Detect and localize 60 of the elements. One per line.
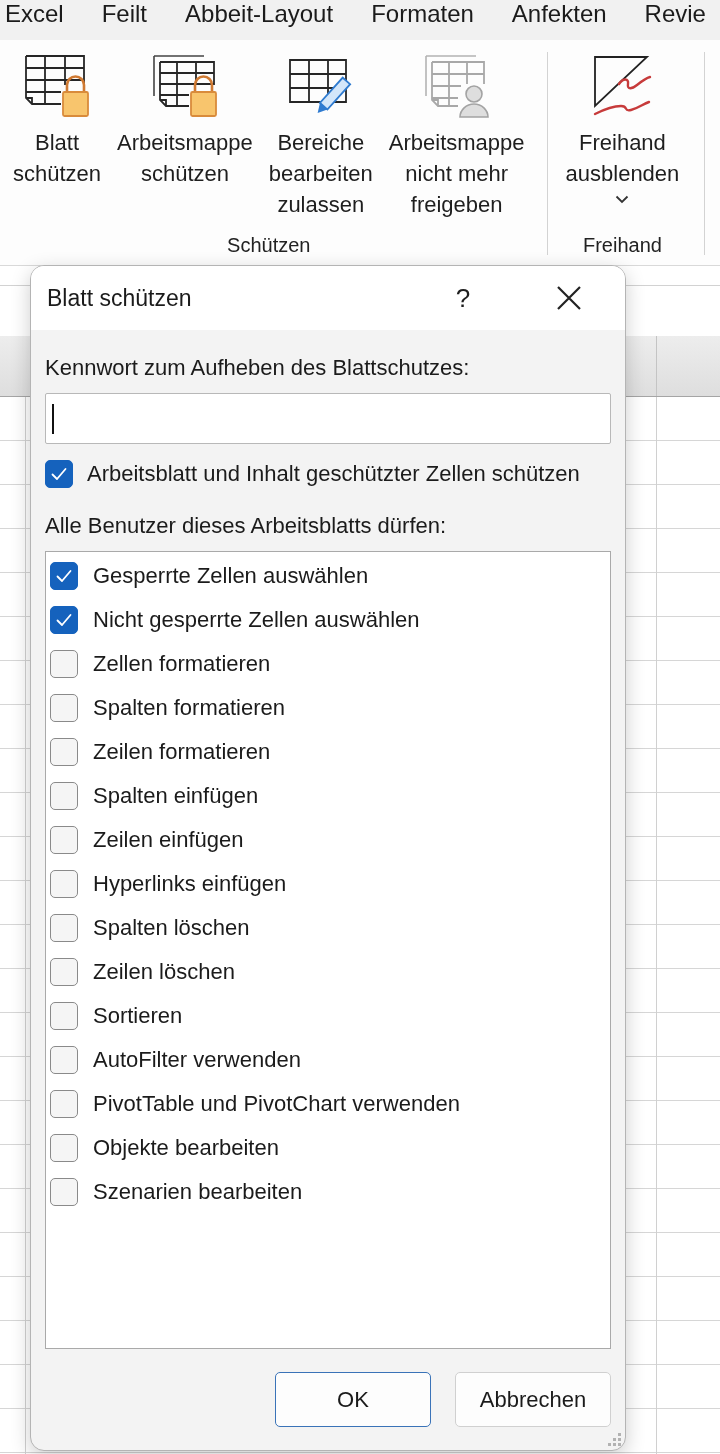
checkbox[interactable] [50, 606, 78, 634]
checkbox-label: Objekte bearbeiten [93, 1134, 279, 1162]
checkbox[interactable] [50, 738, 78, 766]
checkbox-label: Zeilen formatieren [93, 738, 271, 766]
ribbon-button[interactable]: Arbeitsmappe nicht mehr freigeben [382, 54, 531, 220]
menu-tab[interactable]: Revie [644, 0, 706, 40]
menu-tab[interactable]: Feilt [101, 0, 148, 40]
ribbon-button[interactable]: Blatt schützen [7, 54, 108, 189]
checkbox-label: PivotTable und PivotChart verwenden [93, 1090, 460, 1118]
ribbon-button[interactable]: Freihand ausblenden [559, 54, 686, 204]
checkbox-label: Gesperrte Zellen auswählen [93, 562, 369, 590]
checkbox-label: AutoFilter verwenden [93, 1046, 301, 1074]
checkbox[interactable] [50, 1178, 78, 1206]
ribbon-button[interactable]: Bereiche bearbeiten zulassen [262, 54, 379, 220]
checkbox[interactable] [50, 914, 78, 942]
checkmark-icon [56, 569, 72, 583]
menu-tab[interactable]: Formaten [371, 0, 474, 40]
checkbox-label: Szenarien bearbeiten [93, 1178, 303, 1206]
checkbox[interactable] [50, 1002, 78, 1030]
checkbox-label: Zellen formatieren [93, 650, 271, 678]
checkbox[interactable] [45, 460, 73, 488]
menu-tab[interactable]: Anfekten [511, 0, 607, 40]
ok-button[interactable]: OK [275, 1372, 431, 1427]
checkbox[interactable] [50, 1046, 78, 1074]
checkbox[interactable] [50, 782, 78, 810]
help-button[interactable]: ? [438, 276, 488, 320]
group-label: Schützen [226, 233, 312, 258]
checkbox-label: Zeilen löschen [93, 958, 235, 986]
menu-tab[interactable]: Excel [5, 0, 64, 40]
checkbox[interactable] [50, 1090, 78, 1118]
checkbox[interactable] [50, 826, 78, 854]
checkbox[interactable] [50, 870, 78, 898]
close-icon [556, 285, 582, 311]
table-lock-icon [24, 54, 91, 118]
checkbox[interactable] [50, 958, 78, 986]
checkbox-label: Nicht gesperrte Zellen auswählen [93, 606, 420, 634]
dialog-title: Blatt schützen [47, 284, 192, 313]
checkbox[interactable] [50, 562, 78, 590]
checkbox[interactable] [50, 1134, 78, 1162]
checkbox[interactable] [50, 650, 78, 678]
menu-tab[interactable]: Abbeit-Layout [185, 0, 334, 40]
checkbox-label: Sortieren [93, 1002, 183, 1030]
checkbox-label: Arbeitsblatt und Inhalt geschützter Zellen schützen [87, 460, 580, 488]
section-label: Alle Benutzer dieses Arbeitsblatts dürfen: [45, 512, 447, 540]
resize-grip-icon [608, 1433, 621, 1446]
checkbox[interactable] [50, 694, 78, 722]
checkbox-label: Zeilen einfügen [93, 826, 244, 854]
checkbox-label: Spalten löschen [93, 914, 250, 942]
field-label: Kennwort zum Aufheben des Blattschutzes: [45, 354, 470, 382]
table-person-icon [423, 54, 490, 118]
ribbon-button[interactable]: Arbeitsmappe schützen [111, 54, 259, 189]
checkbox-label: Spalten einfügen [93, 782, 259, 810]
checkbox-label: Hyperlinks einfügen [93, 870, 287, 898]
group-label: Freihand [581, 233, 663, 258]
tables-lock-icon [151, 54, 218, 118]
checkmark-icon [56, 613, 72, 627]
checkbox-label: Spalten formatieren [93, 694, 285, 722]
password-field[interactable] [45, 393, 611, 444]
checkmark-icon [51, 467, 67, 481]
cancel-button[interactable]: Abbrechen [455, 1372, 611, 1427]
